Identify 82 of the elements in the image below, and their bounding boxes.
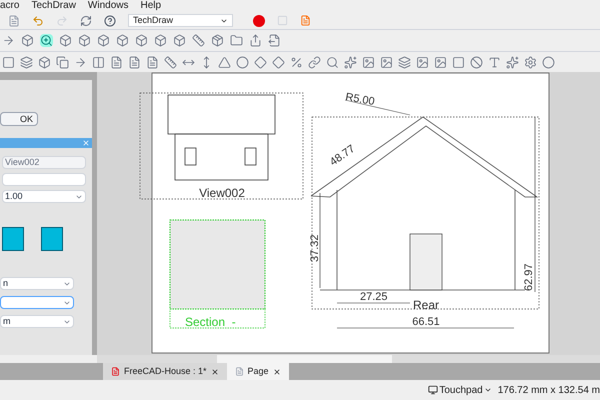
menu-item[interactable]: acro (0, 1, 20, 11)
dimension-text: 37.32 (309, 234, 321, 262)
image-icon[interactable] (434, 56, 447, 68)
layers-icon[interactable] (20, 56, 33, 68)
arrow-right-icon[interactable] (74, 56, 87, 68)
sparkles-icon[interactable] (506, 56, 519, 68)
diamond-icon[interactable] (254, 56, 267, 68)
spin-box[interactable] (0, 296, 74, 309)
export-icon[interactable] (268, 34, 281, 47)
menu-item[interactable]: Help (140, 1, 162, 11)
dimension-text: R5.00 (344, 91, 376, 108)
triangle-icon[interactable] (218, 56, 231, 68)
layers-icon[interactable] (398, 56, 411, 68)
menu-item[interactable]: Windows (88, 1, 128, 11)
page-icon[interactable] (110, 56, 123, 68)
link-icon[interactable] (308, 56, 321, 68)
image-icon[interactable] (362, 56, 375, 68)
arrow-right-icon[interactable] (2, 34, 15, 47)
undo-icon[interactable] (32, 14, 44, 26)
status-coordinates: 176.72 mm x 132.54 m (498, 384, 600, 398)
image-icon[interactable] (416, 56, 429, 68)
input-field[interactable] (2, 173, 86, 186)
dimension-text: 66.51 (412, 316, 440, 328)
cube-icon[interactable] (38, 56, 51, 68)
page-icon[interactable] (300, 15, 311, 26)
sparkles-icon[interactable] (344, 56, 357, 68)
refresh-icon[interactable] (80, 14, 92, 26)
spin-box[interactable]: n (0, 277, 74, 290)
page-icon[interactable] (128, 56, 141, 68)
cube-icon[interactable] (21, 34, 34, 47)
cube-icon[interactable] (154, 34, 167, 47)
dimension-text: 27.25 (360, 291, 388, 303)
settings-icon[interactable] (524, 56, 537, 68)
dimension-text: 62.97 (523, 263, 535, 291)
workbench-dropdown[interactable]: TechDraw (128, 14, 233, 27)
record-icon[interactable] (253, 14, 265, 26)
zoom-icon[interactable] (40, 34, 53, 47)
ban-icon[interactable] (470, 56, 483, 68)
percent-icon[interactable] (290, 56, 303, 68)
folder-icon[interactable] (230, 34, 243, 47)
circle-icon[interactable] (542, 56, 555, 68)
circle-icon[interactable] (236, 56, 249, 68)
ruler-icon[interactable] (192, 34, 205, 47)
ruler-icon[interactable] (164, 56, 177, 68)
spin-box[interactable]: 1.00 (2, 190, 86, 203)
document-icon (234, 367, 244, 376)
square-icon[interactable] (452, 56, 465, 68)
caret-icon[interactable] (484, 386, 492, 394)
image-icon[interactable] (380, 56, 393, 68)
cube-icon[interactable] (116, 34, 129, 47)
view-label: View002 (199, 186, 245, 200)
help-icon[interactable] (104, 14, 116, 26)
cube-icon[interactable] (173, 34, 186, 47)
ok-button[interactable]: OK (0, 112, 38, 126)
page-icon[interactable] (146, 56, 159, 68)
cube-icon[interactable] (97, 34, 110, 47)
document-tab[interactable]: FreeCAD-House : 1* (103, 363, 227, 380)
section-label: Section - (185, 315, 236, 329)
search-icon[interactable] (326, 56, 339, 68)
share-icon[interactable] (249, 34, 262, 47)
square-icon[interactable] (2, 56, 15, 68)
monitor-icon[interactable] (428, 385, 438, 395)
columns-icon[interactable] (92, 56, 105, 68)
diamond-icon[interactable] (272, 56, 285, 68)
package-icon[interactable] (211, 34, 224, 47)
page-icon[interactable] (8, 14, 20, 26)
cube-icon[interactable] (135, 34, 148, 47)
document-tab[interactable]: Page (226, 363, 289, 380)
text-icon[interactable] (488, 56, 501, 68)
view-direction-icon[interactable] (41, 227, 63, 251)
close-icon[interactable] (210, 368, 219, 376)
horizontal-scrollbar[interactable] (97, 355, 600, 363)
close-icon[interactable] (272, 368, 281, 376)
view-direction-icon[interactable] (2, 227, 24, 251)
cube-icon[interactable] (78, 34, 91, 47)
copy-icon[interactable] (56, 56, 69, 68)
spin-box[interactable]: m (0, 315, 74, 328)
view-label: Rear (413, 298, 440, 312)
cube-icon[interactable] (59, 34, 72, 47)
document-icon (111, 367, 120, 376)
navigation-style[interactable]: Touchpad (439, 382, 483, 398)
menu-item[interactable]: TechDraw (31, 1, 76, 11)
